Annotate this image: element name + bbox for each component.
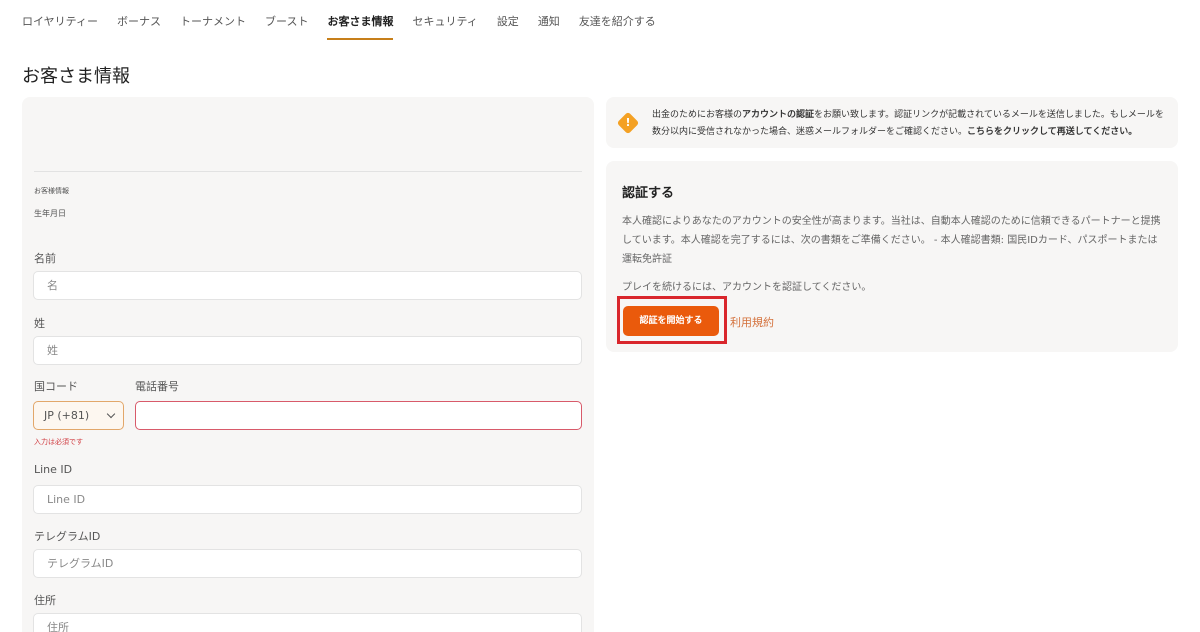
terms-link[interactable]: 利用規約: [730, 314, 774, 330]
notice-text-part1: 出金のためにお客様の: [652, 110, 743, 120]
phone-number-label: 電話番号: [135, 380, 179, 393]
first-name-label: 名前: [34, 252, 56, 265]
top-nav: ロイヤリティー ボーナス トーナメント ブースト お客さま情報 セキュリティ 設…: [22, 0, 675, 40]
nav-tab-loyalty[interactable]: ロイヤリティー: [22, 0, 98, 40]
nav-tab-bonus[interactable]: ボーナス: [117, 0, 161, 40]
country-code-value: JP (+81): [44, 409, 90, 422]
page-title: お客さま情報: [22, 66, 130, 87]
line-id-input[interactable]: Line ID: [33, 485, 582, 514]
nav-tab-settings[interactable]: 設定: [497, 0, 519, 40]
country-code-select[interactable]: JP (+81): [33, 401, 124, 430]
verification-notice: ! 出金のためにお客様のアカウントの認証をお願い致します。認証リンクが記載されて…: [606, 97, 1178, 148]
nav-tab-refer-friend[interactable]: 友達を紹介する: [579, 0, 656, 40]
required-error-message: 入力は必須です: [34, 438, 83, 446]
address-label: 住所: [34, 594, 56, 607]
verify-card: 認証する 本人確認によりあなたのアカウントの安全性が高まります。当社は、自動本人…: [606, 161, 1178, 352]
resend-link[interactable]: こちらをクリックして再送してください。: [967, 127, 1137, 137]
verify-description: 本人確認によりあなたのアカウントの安全性が高まります。当社は、自動本人確認のため…: [622, 216, 1161, 265]
last-name-input[interactable]: 姓: [33, 336, 582, 365]
warning-exclamation-icon: !: [625, 116, 631, 129]
phone-number-input[interactable]: [135, 401, 582, 430]
notice-text: 出金のためにお客様のアカウントの認証をお願い致します。認証リンクが記載されている…: [652, 107, 1164, 141]
verify-title: 認証する: [622, 186, 675, 201]
address-input[interactable]: 住所: [33, 613, 582, 632]
telegram-id-input[interactable]: テレグラムID: [33, 549, 582, 578]
nav-tab-tournament[interactable]: トーナメント: [180, 0, 246, 40]
start-verification-button[interactable]: 認証を開始する: [623, 306, 719, 336]
telegram-id-label: テレグラムID: [34, 530, 101, 543]
nav-tab-security[interactable]: セキュリティ: [412, 0, 477, 40]
dob-label: 生年月日: [34, 209, 66, 218]
chevron-down-icon: [106, 409, 116, 419]
nav-tab-notifications[interactable]: 通知: [538, 0, 560, 40]
section-label: お客様情報: [34, 187, 69, 195]
nav-tab-boost[interactable]: ブースト: [265, 0, 308, 40]
customer-info-form: お客様情報 生年月日 名前 名 姓 姓 国コード 電話番号 JP (+81) 入…: [22, 97, 594, 632]
verify-prompt: プレイを続けるには、アカウントを認証してください。: [622, 282, 872, 293]
section-divider: [34, 171, 582, 172]
line-id-label: Line ID: [34, 463, 73, 476]
first-name-input[interactable]: 名: [33, 271, 582, 300]
notice-account-verification: アカウントの認証: [742, 110, 815, 120]
country-code-label: 国コード: [34, 380, 78, 393]
nav-tab-customer-info[interactable]: お客さま情報: [327, 0, 394, 40]
last-name-label: 姓: [34, 317, 45, 330]
